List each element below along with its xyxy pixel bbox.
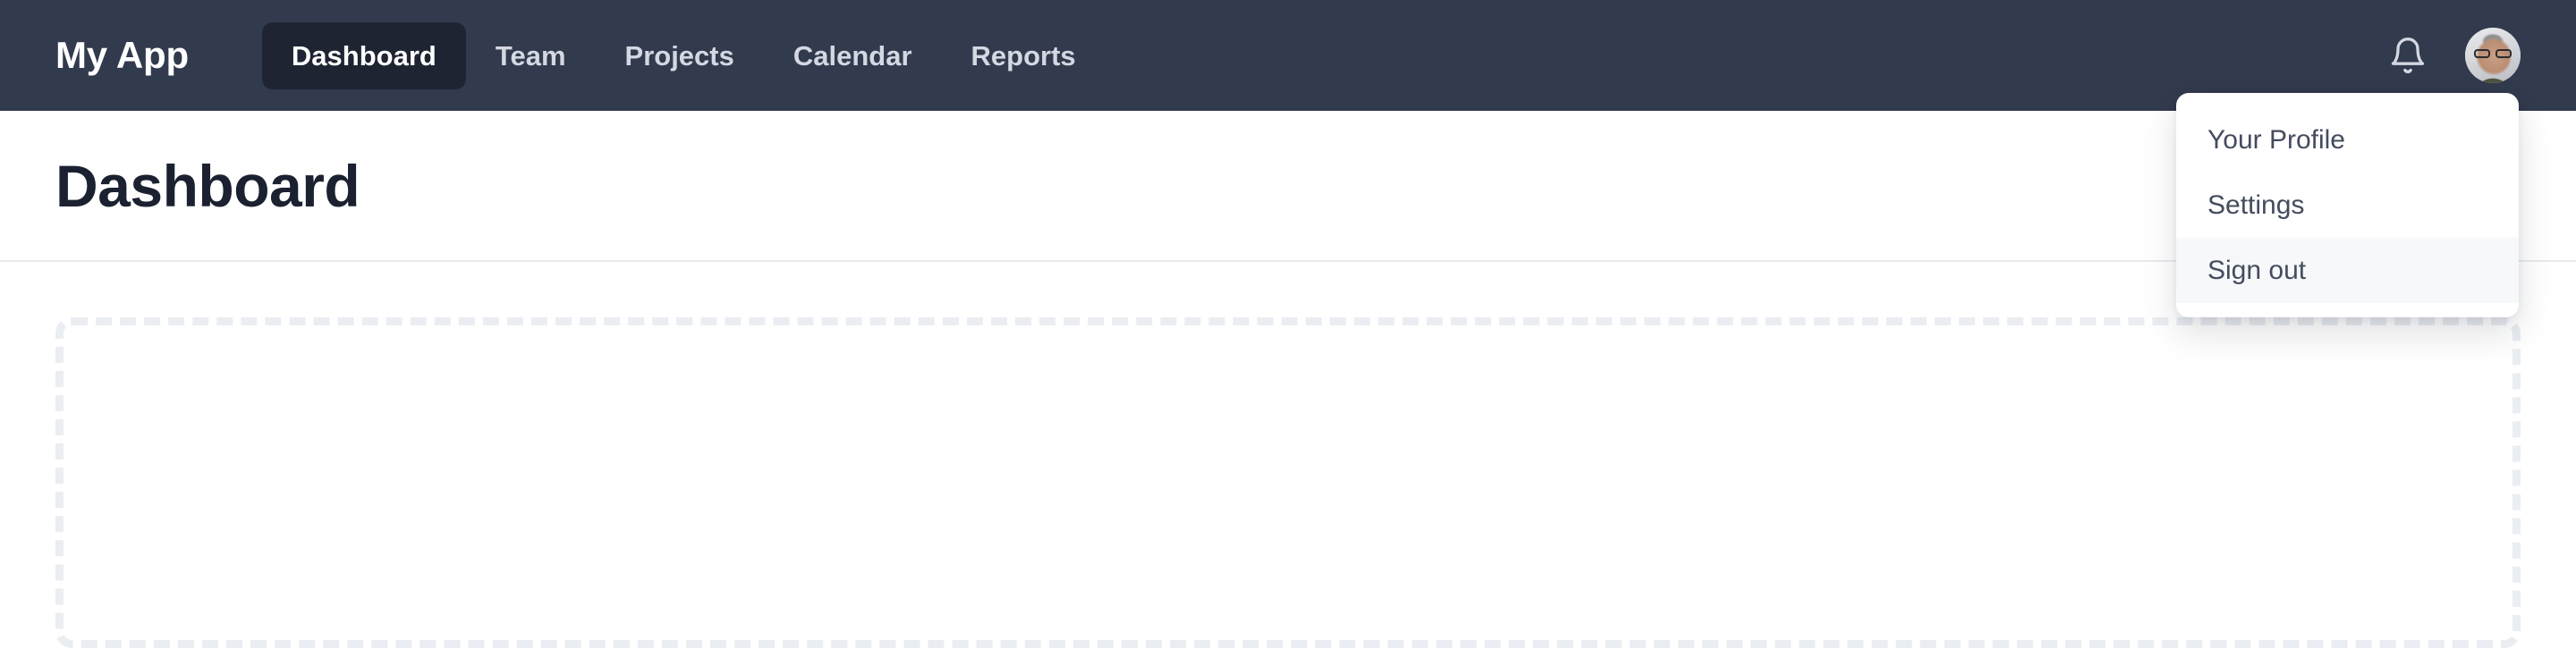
app-page: My App Dashboard Team Projects Calendar … (0, 0, 2576, 648)
primary-nav-links: Dashboard Team Projects Calendar Reports (261, 21, 1106, 89)
menu-item-sign-out[interactable]: Sign out (2176, 238, 2519, 303)
bell-icon (2388, 36, 2428, 75)
nav-link-reports[interactable]: Reports (942, 22, 1106, 89)
profile-dropdown-menu: Your Profile Settings Sign out (2176, 93, 2519, 317)
nav-right-actions (2383, 28, 2521, 83)
nav-link-dashboard[interactable]: Dashboard (261, 21, 466, 89)
menu-item-settings[interactable]: Settings (2176, 173, 2519, 238)
nav-link-team[interactable]: Team (466, 22, 596, 89)
nav-link-projects[interactable]: Projects (596, 22, 764, 89)
avatar[interactable] (2465, 28, 2521, 83)
page-title: Dashboard (55, 152, 360, 219)
content-placeholder-box (55, 317, 2521, 648)
notifications-button[interactable] (2383, 30, 2433, 80)
nav-link-calendar[interactable]: Calendar (764, 22, 942, 89)
menu-item-your-profile[interactable]: Your Profile (2176, 107, 2519, 173)
app-brand-logo[interactable]: My App (55, 37, 189, 74)
avatar-glasses-detail (2473, 48, 2512, 59)
